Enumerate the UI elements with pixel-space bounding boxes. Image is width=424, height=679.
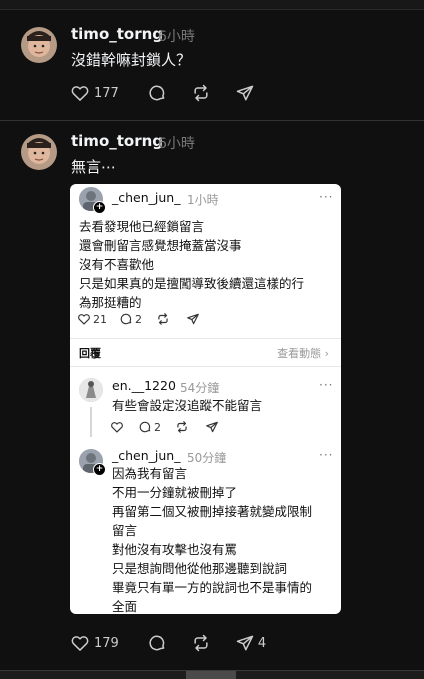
follow-plus-icon: + [93, 463, 106, 476]
quoted-line: 為那挺糟的 [79, 295, 142, 310]
repost-icon [194, 634, 208, 652]
post-divider [0, 120, 424, 121]
user-avatar-icon [79, 378, 103, 402]
repost-button[interactable] [191, 633, 211, 653]
post-2-text: 無言⋯ [71, 158, 117, 176]
post-1-timestamp: 6小時 [158, 29, 195, 45]
reply-repost [175, 420, 189, 434]
quoted-line: 去看發現他已經鎖留言 [79, 219, 205, 234]
more-icon: ··· [319, 190, 334, 204]
share-count: 4 [257, 635, 267, 651]
follow-plus-icon: + [93, 201, 106, 214]
like-button[interactable]: 179 [70, 633, 119, 653]
post-2-actions: 179 4 [70, 632, 266, 654]
like-count: 177 [94, 85, 119, 101]
quoted-screenshot-card[interactable]: + _chen_jun_ 1小時 ··· 去看發現他已經鎖留言 還會刪留言感覺想… [70, 184, 341, 614]
reply-line: 留言 [112, 523, 138, 538]
post-1-text: 沒錯幹嘛封鎖人？ [71, 51, 192, 69]
reply-line: 再留第二個又被刪掉接著就變成限制 [112, 504, 313, 519]
quoted-line: 只是如果真的是擅闖導致後續還這樣的行 [79, 276, 305, 291]
repost-icon [177, 421, 187, 433]
send-icon [236, 635, 254, 651]
replies-label: 回覆 [79, 347, 101, 360]
reply-share [205, 420, 219, 434]
reply-timestamp: 54分鐘 [180, 381, 220, 395]
reply-username: _chen_jun_ [112, 448, 181, 463]
quoted-like-count: 21 [93, 312, 107, 326]
heart-icon [111, 422, 123, 433]
quoted-line: 沒有不喜歡他 [79, 257, 155, 272]
like-count: 179 [94, 635, 119, 651]
more-icon: ··· [319, 448, 334, 462]
comment-button[interactable] [147, 633, 167, 653]
view-activity-link: 查看動態 › [277, 347, 329, 360]
send-icon [187, 313, 199, 325]
post-2-timestamp: 6小時 [158, 136, 195, 152]
quoted-separator [70, 338, 341, 339]
quoted-text: 去看發現他已經鎖留言 還會刪留言感覺想掩蓋當沒事 沒有不喜歡他 只是如果真的是擅… [79, 217, 304, 312]
quoted-like: 21 [77, 312, 107, 326]
reply-line: 因為我有留言 [112, 466, 188, 481]
send-icon [206, 421, 218, 433]
reply-comment: 2 [138, 420, 161, 434]
send-icon [236, 85, 254, 101]
quoted-timestamp: 1小時 [187, 193, 219, 207]
avatar[interactable] [21, 27, 57, 63]
quoted-line: 還會刪留言感覺想掩蓋當沒事 [79, 238, 242, 253]
reply-line: 畢竟只有單一方的說詞也不是事情的 [112, 580, 313, 595]
quoted-username: _chen_jun_ [112, 190, 181, 205]
post-2-username[interactable]: timo_torng [71, 132, 163, 150]
repost-icon [158, 313, 168, 325]
more-icon: ··· [319, 378, 334, 392]
repost-button[interactable] [191, 83, 211, 103]
quoted-comment: 2 [119, 312, 142, 326]
post-1-actions: 177 [70, 82, 255, 104]
quoted-separator [70, 366, 341, 367]
heart-icon [71, 636, 89, 651]
comment-icon [149, 85, 165, 101]
repost-icon [194, 84, 208, 102]
reply-text: 因為我有留言 不用一分鐘就被刪掉了 再留第二個又被刪掉接著就變成限制 留言 對他… [112, 464, 312, 614]
thread-line [90, 407, 92, 437]
reply-comment-count: 2 [154, 420, 161, 434]
comment-button[interactable] [147, 83, 167, 103]
reply-line: 全面 [112, 599, 138, 614]
reply-line: 對他沒有攻擊也沒有罵 [112, 542, 238, 557]
reply-like [110, 420, 124, 434]
avatar[interactable] [21, 134, 57, 170]
comment-icon [139, 421, 151, 433]
user-avatar-icon [21, 27, 57, 63]
reply-line: 只是想詢問他從他那邊聽到說詞 [112, 561, 288, 576]
heart-icon [78, 314, 90, 325]
reply-username: en.__1220 [112, 378, 176, 393]
share-button[interactable]: 4 [235, 633, 266, 653]
reply-avatar [79, 378, 103, 402]
quoted-comment-count: 2 [135, 312, 142, 326]
reply-line: 不用一分鐘就被刪掉了 [112, 485, 238, 500]
reply-text: 有些會設定沒追蹤不能留言 [112, 396, 262, 415]
share-button[interactable] [235, 83, 255, 103]
heart-icon [71, 86, 89, 101]
quoted-share [186, 312, 200, 326]
quoted-repost [156, 312, 170, 326]
reply-actions: 2 [110, 420, 219, 434]
reply-line: 有些會設定沒追蹤不能留言 [112, 398, 263, 413]
comment-icon [149, 635, 165, 651]
top-divider [0, 0, 424, 10]
user-avatar-icon [21, 134, 57, 170]
like-button[interactable]: 177 [70, 83, 119, 103]
post-1-username[interactable]: timo_torng [71, 25, 163, 43]
comment-icon [120, 313, 132, 325]
quoted-actions: 21 2 [77, 312, 200, 326]
